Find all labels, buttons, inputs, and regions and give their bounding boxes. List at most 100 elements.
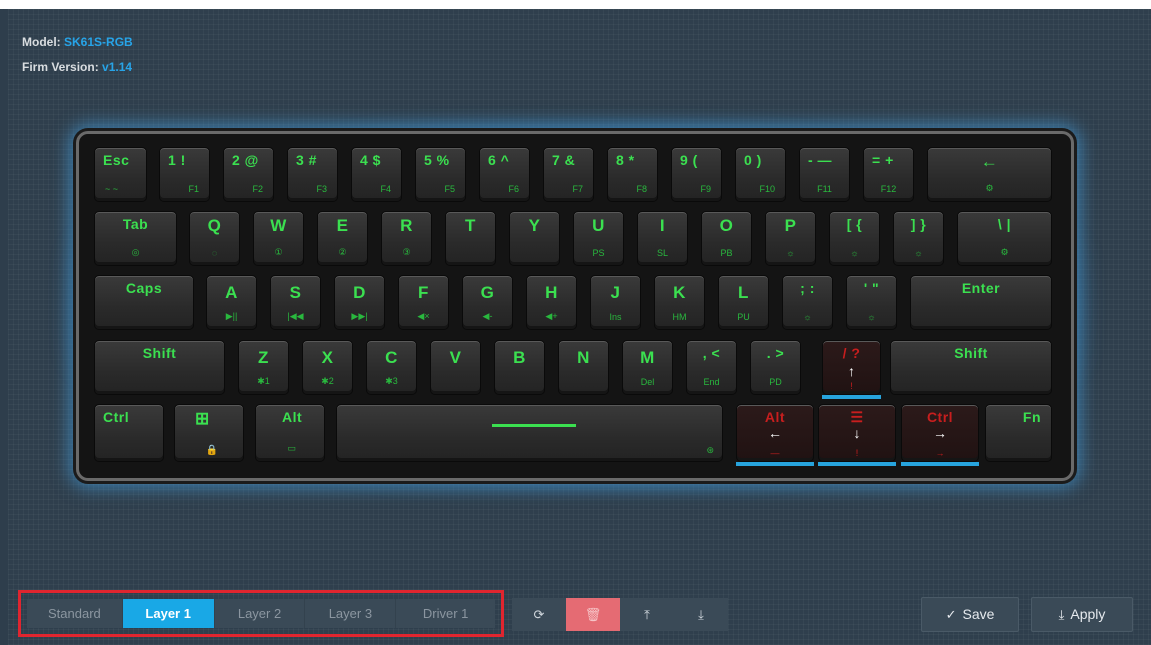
key-ctrl-left[interactable]: Ctrl: [94, 404, 164, 462]
key-backslash[interactable]: \ | ⚙: [957, 211, 1052, 266]
selection-bar: [818, 462, 896, 466]
key-o[interactable]: O PB: [701, 211, 752, 266]
key-alt-left[interactable]: Alt ▭: [255, 404, 325, 462]
key-sub: ☼: [914, 248, 923, 258]
save-button[interactable]: ✓ Save: [921, 597, 1019, 632]
key-fn[interactable]: Fn: [985, 404, 1052, 462]
tab-driver-1[interactable]: Driver 1: [396, 599, 496, 628]
key-sub: ◀+: [545, 311, 558, 321]
key-label: \ |: [997, 216, 1012, 232]
key-caps[interactable]: Caps: [94, 275, 194, 330]
key-label: P: [784, 216, 797, 235]
key-esc[interactable]: Esc ~ ~: [94, 147, 147, 202]
key-k[interactable]: K HM: [654, 275, 705, 330]
key-g[interactable]: G ◀-: [462, 275, 513, 330]
key-shift-right[interactable]: Shift: [890, 340, 1052, 395]
apply-label: Apply: [1070, 606, 1106, 622]
key-semicolon[interactable]: ; : ☼: [782, 275, 833, 330]
tab-layer-2[interactable]: Layer 2: [214, 599, 306, 628]
key-w[interactable]: W①: [253, 211, 304, 266]
key-b[interactable]: B: [494, 340, 545, 395]
key-p[interactable]: P ☼: [765, 211, 816, 266]
key-m[interactable]: M Del: [622, 340, 673, 395]
key-2[interactable]: 2 @ F2: [223, 147, 274, 202]
key-label: ] }: [910, 216, 927, 232]
key-v[interactable]: V: [430, 340, 481, 395]
check-icon: ✓: [945, 607, 957, 622]
key-s[interactable]: S |◀◀: [270, 275, 321, 330]
key-j[interactable]: J Ins: [590, 275, 641, 330]
selection-bar: [901, 462, 979, 466]
key-6[interactable]: 6 ^ F6: [479, 147, 530, 202]
key-label: 8 *: [616, 152, 635, 168]
key-space[interactable]: ⊛: [336, 404, 723, 462]
key-t[interactable]: T: [445, 211, 496, 266]
key-tab[interactable]: Tab ◎: [94, 211, 177, 266]
key-equals[interactable]: = + F12: [863, 147, 914, 202]
key-label: ' ": [863, 280, 880, 296]
tab-layer-1[interactable]: Layer 1: [122, 599, 215, 628]
key-label: Fn: [1022, 409, 1041, 425]
key-3[interactable]: 3 # F3: [287, 147, 338, 202]
key-label: 5 %: [424, 152, 450, 168]
key-l[interactable]: L PU: [718, 275, 769, 330]
key-f[interactable]: F ◀×: [398, 275, 449, 330]
key-sub: ▶▶|: [351, 311, 368, 321]
key-comma[interactable]: , < End: [686, 340, 737, 395]
tab-layer-3[interactable]: Layer 3: [305, 599, 397, 628]
key-z[interactable]: Z ✱1: [238, 340, 289, 395]
key-label: Enter: [961, 280, 1001, 296]
key-ctrl-right-arrow[interactable]: Ctrl → →: [901, 404, 979, 466]
tab-standard[interactable]: Standard: [27, 599, 123, 628]
key-bracket-right[interactable]: ] } ☼: [893, 211, 944, 266]
key-q[interactable]: Q ◌: [189, 211, 240, 266]
key-d[interactable]: D ▶▶|: [334, 275, 385, 330]
download-icon: ⤓: [698, 607, 704, 622]
key-quote[interactable]: ' " ☼: [846, 275, 897, 330]
key-alt-left-arrow[interactable]: Alt ← —: [736, 404, 814, 466]
key-label: F: [418, 283, 429, 302]
apply-button[interactable]: ⤓ Apply: [1031, 597, 1133, 632]
key-label: B: [513, 348, 526, 367]
firmware-label: Firm Version:: [22, 60, 99, 74]
key-bracket-left[interactable]: [ {☼: [829, 211, 880, 266]
key-8[interactable]: 8 * F8: [607, 147, 658, 202]
key-4[interactable]: 4 $ F4: [351, 147, 402, 202]
key-label: L: [738, 283, 749, 302]
key-shift-left[interactable]: Shift: [94, 340, 225, 395]
key-5[interactable]: 5 % F5: [415, 147, 466, 202]
key-period[interactable]: . > PD: [750, 340, 801, 395]
key-9[interactable]: 9 (F9: [671, 147, 722, 202]
delete-button[interactable]: 🗑: [566, 598, 620, 631]
key-e[interactable]: E②: [317, 211, 368, 266]
key-i[interactable]: I SL: [637, 211, 688, 266]
key-enter[interactable]: Enter: [910, 275, 1052, 330]
reset-button[interactable]: ⟳: [512, 598, 566, 631]
key-label: 6 ^: [488, 152, 510, 168]
key-label: [ {: [846, 216, 863, 232]
save-label: Save: [962, 606, 995, 622]
key-c[interactable]: C ✱3: [366, 340, 417, 395]
key-x[interactable]: X ✱2: [302, 340, 353, 395]
key-backspace[interactable]: ← ⚙: [927, 147, 1052, 202]
key-label: 7 &: [552, 152, 576, 168]
key-sub: F11: [817, 184, 832, 194]
key-h[interactable]: H ◀+: [526, 275, 577, 330]
key-sub: ☼: [786, 248, 795, 258]
import-button[interactable]: ⤓: [674, 598, 728, 631]
key-a[interactable]: A ▶||: [206, 275, 257, 330]
export-button[interactable]: ⤒: [620, 598, 674, 631]
key-n[interactable]: N: [558, 340, 609, 395]
key-u[interactable]: U PS: [573, 211, 624, 266]
key-menu-down[interactable]: ☰ ↓ !: [818, 404, 896, 466]
key-0[interactable]: 0 ) F10: [735, 147, 786, 202]
key-r[interactable]: R③: [381, 211, 432, 266]
key-slash-up[interactable]: / ? ↑ !: [822, 340, 881, 399]
key-y[interactable]: Y: [509, 211, 560, 266]
arrow-down-icon: ↓: [853, 425, 861, 441]
key-1[interactable]: 1 ! F1: [159, 147, 210, 202]
key-7[interactable]: 7 & F7: [543, 147, 594, 202]
key-win[interactable]: ⊞ 🔒: [174, 404, 244, 462]
key-minus[interactable]: - — F11: [799, 147, 850, 202]
arrow-left-icon: ←: [768, 425, 782, 441]
